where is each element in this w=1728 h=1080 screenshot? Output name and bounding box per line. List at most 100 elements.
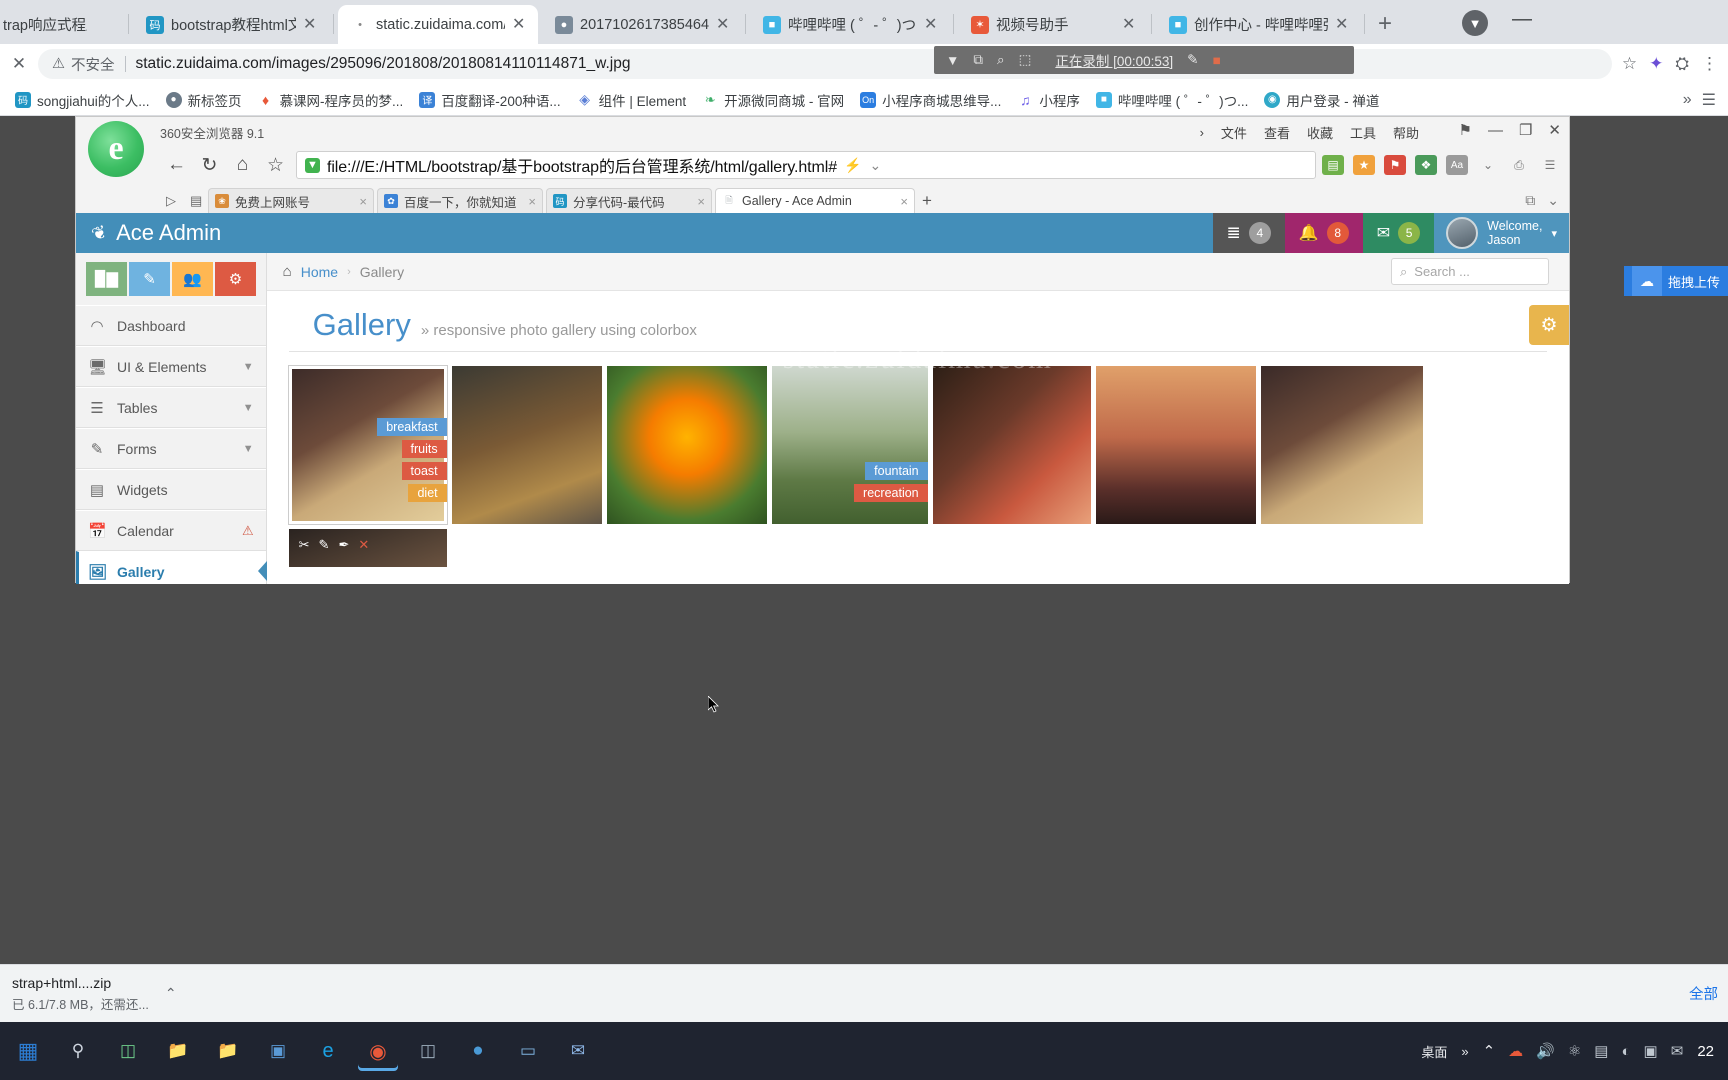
- gallery-item-breakfast-plate[interactable]: breakfast fruits toast diet: [288, 366, 447, 524]
- chevron-up-icon[interactable]: ⌃: [1483, 1042, 1496, 1060]
- close-icon[interactable]: ✕: [1335, 16, 1351, 33]
- bookmark-item[interactable]: ♦ 慕课网-程序员的梦...: [251, 87, 411, 113]
- close-icon[interactable]: ×: [697, 194, 705, 209]
- close-icon[interactable]: ×: [359, 194, 367, 209]
- messages-menu[interactable]: ✉ 5: [1362, 213, 1435, 253]
- back-button[interactable]: ←: [160, 154, 193, 176]
- tag[interactable]: breakfast: [377, 418, 447, 436]
- close-icon[interactable]: ✕: [924, 16, 940, 33]
- chevron-up-icon[interactable]: ⌃: [165, 985, 177, 1002]
- bookmark-item[interactable]: ◉ 用户登录 - 禅道: [1257, 87, 1386, 113]
- menu-item-file[interactable]: 文件: [1221, 123, 1247, 142]
- 360-tab-1[interactable]: ❀ 免费上网账号 ×: [208, 188, 374, 213]
- gallery-item-orange-flower[interactable]: [606, 366, 767, 524]
- refresh-button[interactable]: ↻: [193, 154, 226, 177]
- font-size-icon[interactable]: Aa: [1446, 155, 1468, 175]
- crop-icon[interactable]: ⬚: [1019, 52, 1032, 68]
- chrome-icon[interactable]: ◉: [358, 1031, 398, 1071]
- bookmark-item[interactable]: ■ 哔哩哔哩 ( ゜- ゜)つ...: [1089, 87, 1256, 113]
- search-icon[interactable]: ⚲: [58, 1031, 98, 1071]
- browser-tab-3-active[interactable]: • static.zuidaima.com/ ✕: [338, 5, 538, 44]
- menu-icon[interactable]: ⋮: [1701, 54, 1718, 74]
- app-blue-icon[interactable]: ▣: [258, 1031, 298, 1071]
- search-icon[interactable]: ⌕: [997, 52, 1005, 68]
- gallery-item-sunset-silhouette[interactable]: [1095, 366, 1256, 524]
- mail-icon[interactable]: ✉: [558, 1031, 598, 1071]
- close-icon[interactable]: ×: [528, 194, 536, 209]
- folder-icon[interactable]: 📁: [208, 1031, 248, 1071]
- close-icon[interactable]: ✕: [1548, 121, 1561, 139]
- firefox-icon[interactable]: ●: [458, 1031, 498, 1071]
- sidebar-item-tables[interactable]: ☰ Tables ▼: [76, 387, 266, 428]
- browser-tab-4[interactable]: ● 20171026173854640 ✕: [542, 5, 742, 44]
- browser-tab-5[interactable]: ■ 哔哩哔哩 ( ゜- ゜)つロ ✕: [750, 5, 950, 44]
- 360-tab-3[interactable]: 码 分享代码-最代码 ×: [546, 188, 712, 213]
- chevron-down-icon[interactable]: ▾: [1551, 227, 1557, 240]
- shortcut-chart-icon[interactable]: ▉▇: [86, 262, 127, 296]
- shortcut-users-icon[interactable]: 👥: [172, 262, 213, 296]
- browser-tab-1[interactable]: trap响应式程序: [0, 5, 120, 44]
- battery-icon[interactable]: ▤: [1594, 1042, 1608, 1060]
- window-icon[interactable]: ⧉: [973, 52, 983, 68]
- sidebar-item-dashboard[interactable]: ◠ Dashboard: [76, 305, 266, 346]
- delete-icon[interactable]: ✕: [358, 537, 369, 553]
- notification-icon[interactable]: ✉: [1671, 1042, 1684, 1060]
- menu-icon[interactable]: ☰: [1539, 155, 1561, 175]
- sidebar-toggle-icon[interactable]: ▷: [166, 193, 176, 209]
- menu-item-tools[interactable]: 工具: [1350, 123, 1376, 142]
- gallery-item-tools-closeup[interactable]: ✂ ✎ ✒ ✕: [288, 529, 447, 567]
- gallery-item-breakfast-plate-2[interactable]: [1260, 366, 1423, 524]
- puzzle-icon[interactable]: ⛭: [1675, 54, 1689, 74]
- browser-tab-2[interactable]: 码 bootstrap教程html文 ✕: [133, 5, 329, 44]
- sidebar-item-forms[interactable]: ✎ Forms ▼: [76, 428, 266, 469]
- chevron-down-icon[interactable]: ▼: [243, 361, 254, 373]
- bookmark-item[interactable]: ❧ 开源微同商城 - 官网: [695, 87, 851, 113]
- ace-brand[interactable]: ❦ Ace Admin: [76, 220, 221, 246]
- address-bar[interactable]: ⚠ 不安全 static.zuidaima.com/images/295096/…: [38, 49, 1612, 79]
- bookmark-star-icon[interactable]: ☆: [1622, 54, 1637, 74]
- new-tab-button[interactable]: +: [922, 191, 932, 213]
- task-view-icon[interactable]: ◫: [108, 1031, 148, 1071]
- tag[interactable]: recreation: [854, 484, 928, 502]
- close-icon[interactable]: ✕: [1122, 16, 1138, 33]
- chevron-down-icon[interactable]: ⌄: [869, 157, 881, 174]
- tab-list-icon[interactable]: ⌄: [1547, 192, 1559, 209]
- tasks-menu[interactable]: ≣ 4: [1212, 213, 1285, 253]
- input-method-icon[interactable]: ▣: [1644, 1042, 1658, 1060]
- overflow-chevron-icon[interactable]: »: [1683, 91, 1692, 109]
- gallery-item-indian-thali[interactable]: [451, 366, 602, 524]
- grid-icon[interactable]: ▤: [1322, 155, 1344, 175]
- network-icon[interactable]: ◐: [1621, 1043, 1630, 1060]
- user-menu[interactable]: Welcome, Jason ▾: [1434, 213, 1569, 253]
- close-icon[interactable]: ✕: [303, 16, 319, 33]
- bookmark-item[interactable]: 译百度翻译-200种语...: [412, 87, 567, 113]
- chevron-down-icon[interactable]: ▼: [243, 443, 254, 455]
- file-explorer-icon[interactable]: 📁: [158, 1031, 198, 1071]
- drag-upload-tab[interactable]: ☁ 拖拽上传: [1623, 266, 1728, 296]
- chevron-down-icon[interactable]: ⌄: [1477, 155, 1499, 175]
- start-button[interactable]: ▦: [8, 1031, 48, 1071]
- star-icon[interactable]: ★: [1353, 155, 1375, 175]
- pencil-icon[interactable]: ✎: [319, 537, 330, 553]
- close-icon[interactable]: ✕: [512, 16, 528, 33]
- close-icon[interactable]: ×: [900, 194, 908, 209]
- chevron-down-icon[interactable]: ▼: [243, 402, 254, 414]
- tag[interactable]: diet: [408, 484, 447, 502]
- download-item[interactable]: strap+html....zip 已 6.1/7.8 MB，还需还... ⌃: [0, 970, 189, 1018]
- home-button[interactable]: ⌂: [226, 154, 259, 176]
- lightning-icon[interactable]: ⚡: [844, 157, 861, 174]
- bookmark-item[interactable]: ♫ 小程序: [1010, 87, 1087, 113]
- desktop-label[interactable]: 桌面: [1421, 1042, 1447, 1061]
- volume-icon[interactable]: 🔊: [1536, 1042, 1555, 1060]
- menu-expand-icon[interactable]: ›: [1200, 125, 1204, 140]
- bookmark-list-icon[interactable]: ☰: [1702, 90, 1716, 110]
- scissors-icon[interactable]: ✂: [299, 537, 310, 553]
- favorite-star-button[interactable]: ☆: [259, 154, 292, 177]
- maximize-icon[interactable]: ❐: [1519, 121, 1532, 139]
- print-icon[interactable]: ⎙: [1508, 155, 1530, 175]
- chevron-down-icon[interactable]: ▼: [946, 53, 959, 68]
- 360-tab-2[interactable]: ✿ 百度一下，你就知道 ×: [377, 188, 543, 213]
- bookmark-item[interactable]: ◈ 组件 | Element: [570, 87, 694, 113]
- edge-icon[interactable]: e: [308, 1031, 348, 1071]
- shortcut-settings-icon[interactable]: ⚙: [215, 262, 256, 296]
